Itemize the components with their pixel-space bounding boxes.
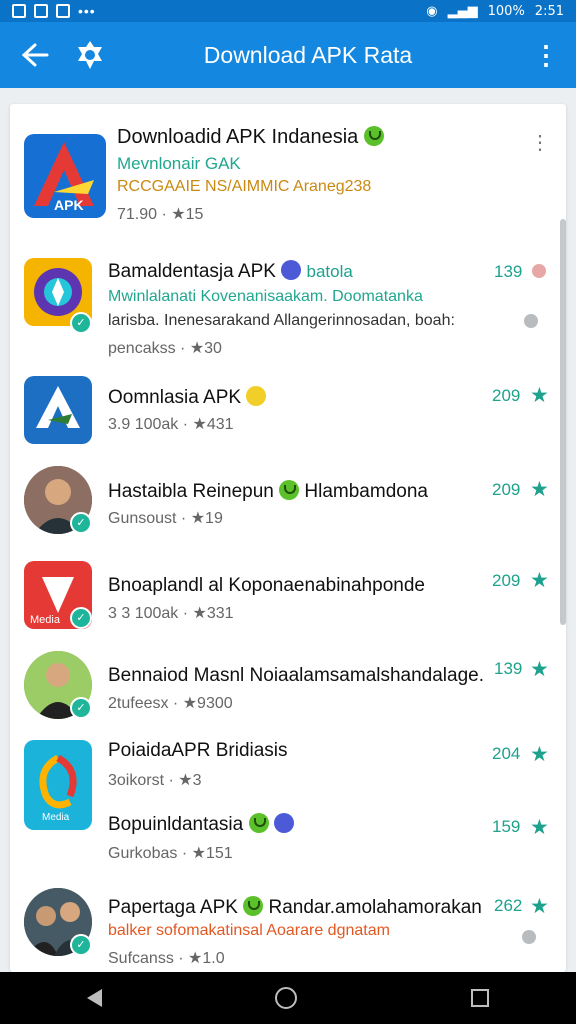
verified-badge-icon: ✓ [70,697,92,719]
battery-level: 100% [487,3,525,19]
app-name: PoiaidaAPR Bridiasis [108,740,288,761]
list-item[interactable]: ✓ Bamaldentasja APK batola Mwinlalanati … [10,254,550,364]
star-icon[interactable]: ★ [530,894,549,919]
list-item[interactable]: APK Downloadid APK Indanesia Mevnlonair … [10,124,550,234]
status-dot-icon [524,314,538,328]
app-meta: 3 3 100ak · ★331 [108,605,234,622]
emoji-icon [363,126,384,146]
notification-icon [34,4,48,18]
emoji-icon [273,813,294,833]
app-name: Hastaibla Reinepun [108,481,274,502]
list-item[interactable]: ✓ Hastaibla Reinepun Hlambamdona Gunsous… [10,464,550,544]
app-name: Bennaiod Masnl Noiaalamsamalshandalage. [108,665,485,686]
download-count: 139 [494,262,523,281]
app-meta: Gurkobas · ★151 [108,845,233,862]
nav-home-icon[interactable] [275,987,298,1009]
download-count: 204 [492,744,521,763]
list-item[interactable]: Media ✓ Bnoaplandl al Koponaenabinahpond… [10,559,550,639]
app-meta: 71.90 · ★15 [117,206,204,223]
back-arrow-icon[interactable] [0,22,70,88]
app-logo-icon [70,22,110,88]
more-notifications-icon: ••• [78,3,96,19]
app-name-2: Randar.amolahamorakan [268,897,482,918]
clock: 2:51 [534,3,564,19]
app-icon [24,376,92,444]
verified-badge-icon: ✓ [70,512,92,534]
emoji-icon [279,480,300,500]
verified-badge-icon: ✓ [70,934,92,956]
system-nav-bar [0,972,576,1024]
download-count: 209 [492,571,521,590]
wifi-icon: ◉ [426,3,438,19]
app-bar: Download APK Rata ⋮ [0,22,576,88]
download-count: 139 [494,659,523,678]
nav-back-icon[interactable] [86,989,102,1007]
app-name: Bamaldentasja APK [108,261,276,282]
app-developer: Mevnlonair GAK [117,154,241,173]
download-count: 262 [494,896,523,915]
app-list: APK Downloadid APK Indanesia Mevnlonair … [10,104,566,972]
svg-text:Media: Media [30,614,61,626]
app-meta: 3.9 100ak · ★431 [108,416,234,433]
more-options-icon[interactable]: ⋮ [516,22,576,88]
star-icon[interactable]: ★ [530,477,549,502]
app-meta: Sufcanss · ★1.0 [108,950,225,967]
star-icon[interactable]: ★ [530,657,549,682]
download-count: 159 [492,817,521,836]
status-dot-icon [532,264,546,278]
app-icon: APK [24,134,106,218]
app-meta: Gunsoust · ★19 [108,510,223,527]
star-icon[interactable]: ★ [530,815,549,840]
app-name: Bnoaplandl al Koponaenabinahponde [108,575,425,596]
list-item[interactable]: ✓ Papertaga APK Randar.amolahamorakan ba… [10,884,550,972]
notification-icon [56,4,70,18]
emoji-icon [243,896,264,916]
scrollbar[interactable] [560,219,566,625]
app-meta: pencakss · ★30 [108,340,222,357]
app-name: Oomnlasia APK [108,387,242,408]
item-menu-icon[interactable]: ⋮ [530,130,550,155]
app-description: Mwinlalanati Kovenanisaakam. Doomatanka [108,288,423,305]
star-icon[interactable]: ★ [530,568,549,593]
nav-recents-icon[interactable] [471,989,490,1007]
app-name-2: Hlambamdona [304,481,428,502]
list-item[interactable]: ✓ Bennaiod Masnl Noiaalamsamalshandalage… [10,649,550,729]
verified-badge-icon: ✓ [70,607,92,629]
list-item[interactable]: Oomnlasia APK 3.9 100ak · ★431 209 ★ [10,374,550,454]
emoji-icon [281,260,302,280]
svg-text:APK: APK [54,197,84,213]
app-meta: 3oikorst · ★3 [108,772,202,789]
verified-badge-icon: ✓ [70,312,92,334]
star-icon[interactable]: ★ [530,742,549,767]
signal-icon: ▂▄▆ [447,3,478,19]
download-count: 209 [492,480,521,499]
app-description: balker sofomakatinsal Aoarare dgnatam [108,922,390,939]
app-category: RCCGAAIE NS/AIMMIC Araneg238 [117,178,372,195]
app-name: Papertaga APK [108,897,238,918]
app-name: Bopuinldantasia [108,814,244,835]
emoji-icon [248,813,269,833]
download-count: 209 [492,386,521,405]
status-bar: ••• ◉ ▂▄▆ 100% 2:51 [0,0,576,22]
app-meta: 2tufeesx · ★9300 [108,695,233,712]
page-title: Download APK Rata [203,41,413,68]
list-item[interactable]: Bopuinldantasia Gurkobas · ★151 159 ★ [10,809,550,874]
star-icon[interactable]: ★ [530,383,549,408]
app-description-2: larisba. Inenesarakand Allangerinnosadan… [108,312,455,329]
app-tag: batola [306,262,353,281]
status-dot-icon [522,930,536,944]
app-name: Downloadid APK Indanesia [117,126,359,148]
emoji-icon [246,386,267,406]
notification-icon [12,4,26,18]
